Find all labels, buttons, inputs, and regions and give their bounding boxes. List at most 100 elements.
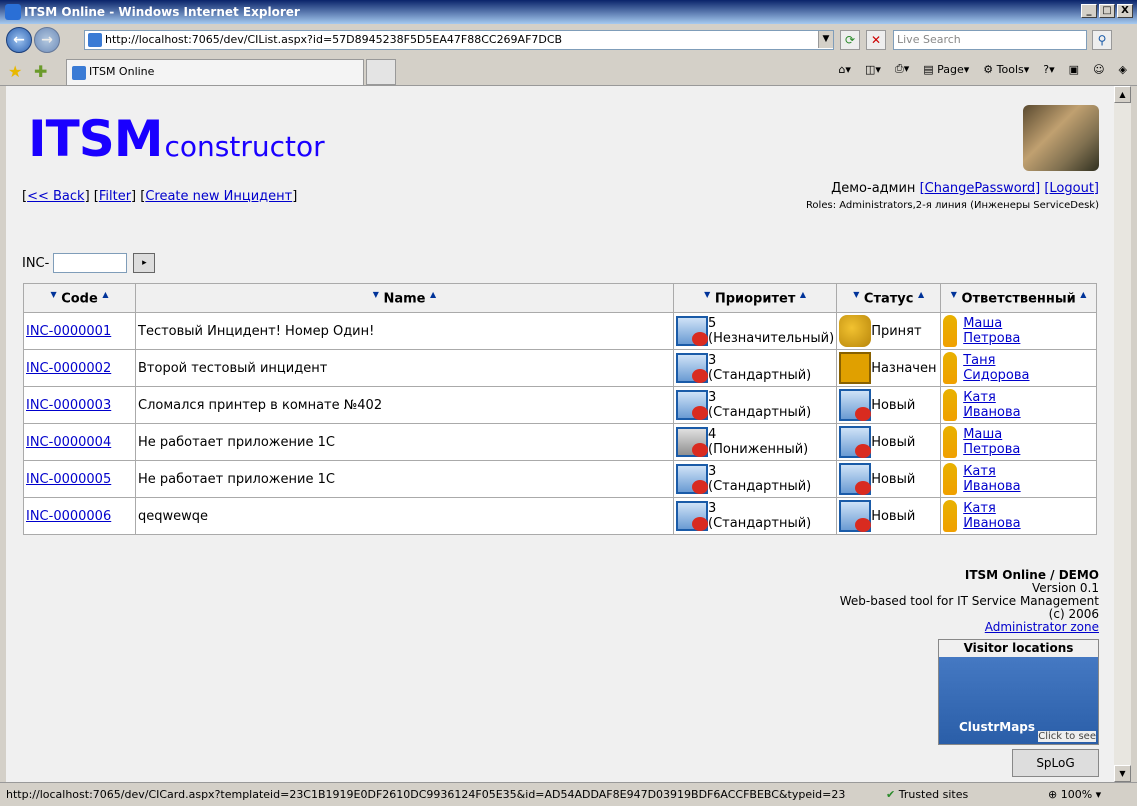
- favorites-star-icon[interactable]: ★: [8, 62, 22, 81]
- responsible-first-link[interactable]: Катя: [963, 501, 996, 516]
- responsible-first-link[interactable]: Катя: [963, 464, 996, 479]
- home-icon[interactable]: ⌂▾: [838, 63, 851, 76]
- sort-down-icon[interactable]: ▼: [853, 290, 859, 299]
- col-code[interactable]: ▼ Code ▲: [23, 283, 136, 313]
- status-new-icon: [839, 463, 872, 495]
- zone-text: Trusted sites: [898, 788, 969, 801]
- status-text: Принят: [871, 323, 922, 339]
- window-title-bar: ITSM Online - Windows Internet Explorer …: [0, 0, 1137, 24]
- responsible-last-link[interactable]: Сидорова: [963, 368, 1029, 383]
- tab-itsm-online[interactable]: ITSM Online: [66, 59, 364, 85]
- logo-big: ITSM: [28, 110, 163, 168]
- sort-up-icon[interactable]: ▲: [918, 290, 924, 299]
- incident-code-link[interactable]: INC-0000003: [26, 398, 111, 413]
- sort-up-icon[interactable]: ▲: [102, 290, 108, 299]
- sort-down-icon[interactable]: ▼: [951, 290, 957, 299]
- incident-code-link[interactable]: INC-0000004: [26, 435, 111, 450]
- sort-down-icon[interactable]: ▼: [373, 290, 379, 299]
- footer-title: ITSM Online / DEMO: [964, 568, 1099, 582]
- search-icon[interactable]: ⚲: [1092, 30, 1112, 50]
- minimize-button[interactable]: _: [1081, 4, 1097, 18]
- address-bar[interactable]: http://localhost:7065/dev/CIList.aspx?id…: [84, 30, 834, 50]
- page-menu[interactable]: ▤ Page▾: [923, 63, 969, 76]
- filter-link[interactable]: Filter: [99, 189, 131, 204]
- messenger-icon[interactable]: ☺: [1093, 63, 1104, 76]
- col-priority[interactable]: ▼ Приоритет ▲: [672, 283, 838, 313]
- responsible-first-link[interactable]: Катя: [963, 390, 996, 405]
- col-name-label: Name: [383, 291, 426, 307]
- address-dropdown-icon[interactable]: ▼: [818, 31, 833, 48]
- incident-name: Сломался принтер в комнате №402: [135, 386, 674, 424]
- stop-icon[interactable]: ✕: [866, 30, 886, 50]
- sort-up-icon[interactable]: ▲: [800, 290, 806, 299]
- tools-menu[interactable]: ⚙ Tools▾: [983, 63, 1029, 76]
- responsible-last-link[interactable]: Петрова: [963, 331, 1020, 346]
- search-input[interactable]: Live Search: [893, 30, 1087, 50]
- sort-up-icon[interactable]: ▲: [1080, 290, 1086, 299]
- logo-small: constructor: [164, 130, 325, 163]
- priority-low-icon: [676, 316, 708, 346]
- feeds-icon[interactable]: ◫▾: [865, 63, 881, 76]
- vertical-scrollbar[interactable]: ▲ ▼: [1114, 86, 1131, 782]
- map-brand: ClustrMaps: [959, 720, 1036, 734]
- bluetooth-icon[interactable]: ◈: [1119, 63, 1127, 76]
- sort-down-icon[interactable]: ▼: [704, 290, 710, 299]
- person-icon: [943, 463, 958, 495]
- priority-standard-icon: [676, 353, 708, 383]
- logout-link[interactable]: [Logout]: [1044, 181, 1099, 196]
- responsible-last-link[interactable]: Петрова: [963, 442, 1020, 457]
- responsible-first-link[interactable]: Маша: [963, 316, 1002, 331]
- responsible-last-link[interactable]: Иванова: [963, 405, 1020, 420]
- scroll-down-icon[interactable]: ▼: [1114, 765, 1131, 782]
- priority-text: (Стандартный): [708, 405, 812, 420]
- inc-go-button[interactable]: ▸: [133, 253, 156, 273]
- refresh-icon[interactable]: ⟳: [840, 30, 860, 50]
- print-icon[interactable]: ⎙▾: [895, 62, 909, 76]
- incident-code-link[interactable]: INC-0000002: [26, 361, 111, 376]
- sort-up-icon[interactable]: ▲: [430, 290, 436, 299]
- research-icon[interactable]: ▣: [1069, 63, 1079, 76]
- help-icon[interactable]: ?▾: [1043, 63, 1054, 76]
- scroll-up-icon[interactable]: ▲: [1114, 86, 1131, 103]
- status-url: http://localhost:7065/dev/CICard.aspx?te…: [6, 788, 846, 801]
- admin-zone-link[interactable]: Administrator zone: [985, 620, 1099, 634]
- change-password-link[interactable]: [ChangePassword]: [920, 181, 1041, 196]
- splog-badge[interactable]: SpLoG: [1012, 749, 1099, 777]
- zoom-text: 100%: [1060, 788, 1093, 801]
- back-link[interactable]: << Back: [27, 189, 84, 204]
- create-link[interactable]: Create new Инцидент: [145, 189, 292, 204]
- window-title: ITSM Online - Windows Internet Explorer: [24, 5, 300, 19]
- inc-input[interactable]: [53, 253, 128, 273]
- col-priority-label: Приоритет: [714, 291, 796, 307]
- footer: ITSM Online / DEMO Version 0.1 Web-based…: [840, 569, 1099, 634]
- new-tab-button[interactable]: [366, 59, 396, 85]
- person-icon: [943, 426, 958, 458]
- status-text: Назначен: [871, 360, 937, 376]
- incident-code-link[interactable]: INC-0000006: [26, 509, 111, 524]
- username: Демо-админ: [831, 181, 916, 196]
- priority-text: (Стандартный): [708, 479, 812, 494]
- status-assigned-icon: [839, 352, 872, 384]
- col-status[interactable]: ▼ Статус ▲: [836, 283, 942, 313]
- responsible-first-link[interactable]: Маша: [963, 427, 1002, 442]
- table-row: INC-0000001 Тестовый Инцидент! Номер Оди…: [23, 312, 1097, 350]
- responsible-last-link[interactable]: Иванова: [963, 479, 1020, 494]
- footer-version: Version 0.1: [1031, 581, 1099, 595]
- action-links: [<< Back] [Filter] [Create new Инцидент]: [22, 189, 298, 204]
- maximize-button[interactable]: □: [1099, 4, 1115, 18]
- responsible-first-link[interactable]: Таня: [963, 353, 995, 368]
- close-button[interactable]: X: [1117, 4, 1133, 18]
- incident-code-link[interactable]: INC-0000001: [26, 324, 111, 339]
- priority-text: (Стандартный): [708, 516, 812, 531]
- forward-icon[interactable]: →: [34, 27, 60, 53]
- responsible-last-link[interactable]: Иванова: [963, 516, 1020, 531]
- col-status-label: Статус: [863, 291, 914, 307]
- col-name[interactable]: ▼ Name ▲: [135, 283, 674, 313]
- col-responsible[interactable]: ▼ Ответственный ▲: [940, 283, 1097, 313]
- sort-down-icon[interactable]: ▼: [51, 290, 57, 299]
- zoom-control[interactable]: ⊕ 100% ▾: [1048, 788, 1101, 801]
- add-favorites-icon[interactable]: ✚: [34, 62, 47, 81]
- incident-code-link[interactable]: INC-0000005: [26, 472, 111, 487]
- visitor-map[interactable]: Visitor locations ClustrMaps Click to se…: [938, 639, 1099, 745]
- back-icon[interactable]: ←: [6, 27, 32, 53]
